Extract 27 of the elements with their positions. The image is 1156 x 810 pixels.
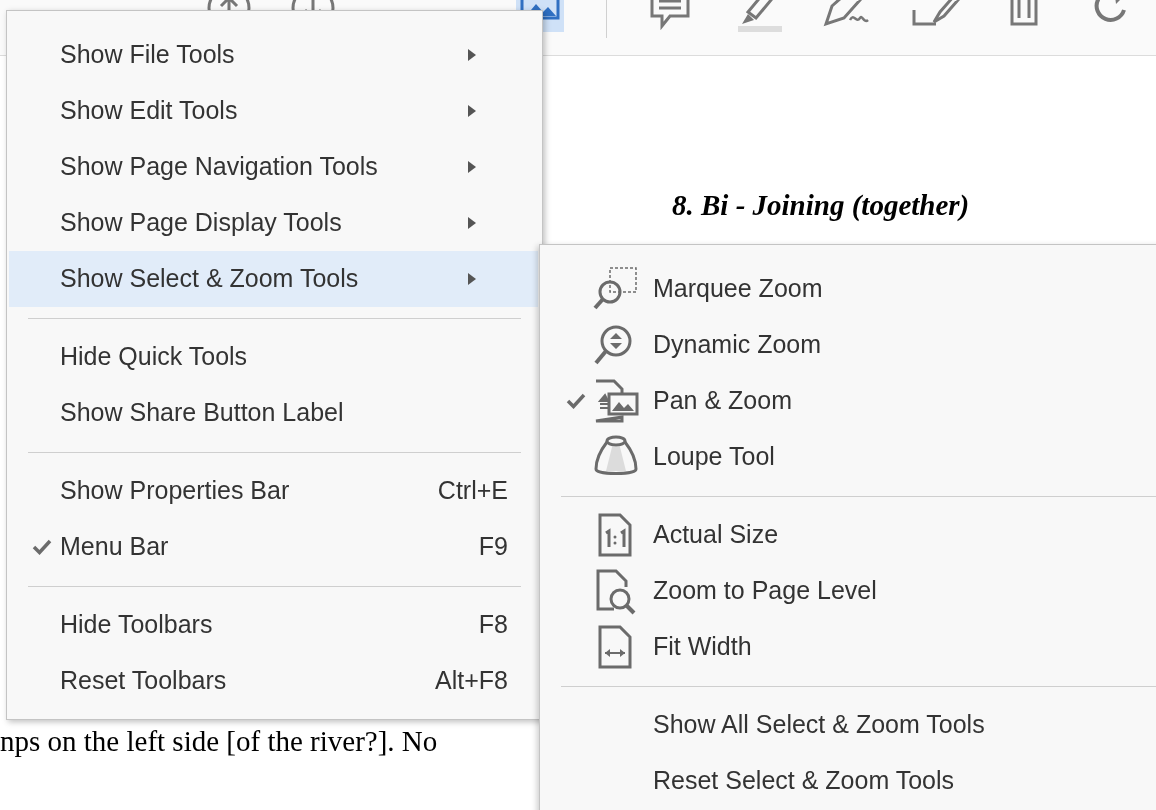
- menu-item[interactable]: Dynamic Zoom: [540, 317, 1156, 373]
- submenu-arrow-icon: [468, 273, 476, 285]
- menu-item[interactable]: Show All Select & Zoom Tools: [540, 697, 1156, 753]
- menu-item[interactable]: Reset Select & Zoom Tools: [540, 753, 1156, 809]
- menu-item[interactable]: Loupe Tool: [540, 429, 1156, 485]
- menu-item[interactable]: Show File Tools: [9, 27, 538, 83]
- menu-item[interactable]: Show Select & Zoom Tools: [9, 251, 538, 307]
- submenu-arrow-icon: [468, 161, 476, 173]
- submenu-arrow-icon: [468, 217, 476, 229]
- menu-item[interactable]: Show Edit Tools: [9, 83, 538, 139]
- menu-item[interactable]: Hide Quick Tools: [9, 329, 538, 385]
- menu-item[interactable]: Show Page Display Tools: [9, 195, 538, 251]
- document-heading: 8. Bi - Joining (together): [672, 188, 970, 223]
- menu-item[interactable]: Hide Toolbars F8: [9, 597, 538, 653]
- menu-item[interactable]: Marquee Zoom: [540, 261, 1156, 317]
- submenu-arrow-icon: [468, 49, 476, 61]
- menu-item[interactable]: Show Properties Bar Ctrl+E: [9, 463, 538, 519]
- submenu-arrow-icon: [468, 105, 476, 117]
- menu-item[interactable]: Show Share Button Label: [9, 385, 538, 441]
- menu-item[interactable]: Reset Toolbars Alt+F8: [9, 653, 538, 709]
- menu-item[interactable]: Menu Bar F9: [9, 519, 538, 575]
- menu-item[interactable]: Show Page Navigation Tools: [9, 139, 538, 195]
- menu-item[interactable]: Pan & Zoom: [540, 373, 1156, 429]
- menu-item[interactable]: Fit Width: [540, 619, 1156, 675]
- menu-item[interactable]: Zoom to Page Level: [540, 563, 1156, 619]
- menu-item[interactable]: Actual Size: [540, 507, 1156, 563]
- document-text: nps on the left side [of the river?]. No: [0, 724, 438, 759]
